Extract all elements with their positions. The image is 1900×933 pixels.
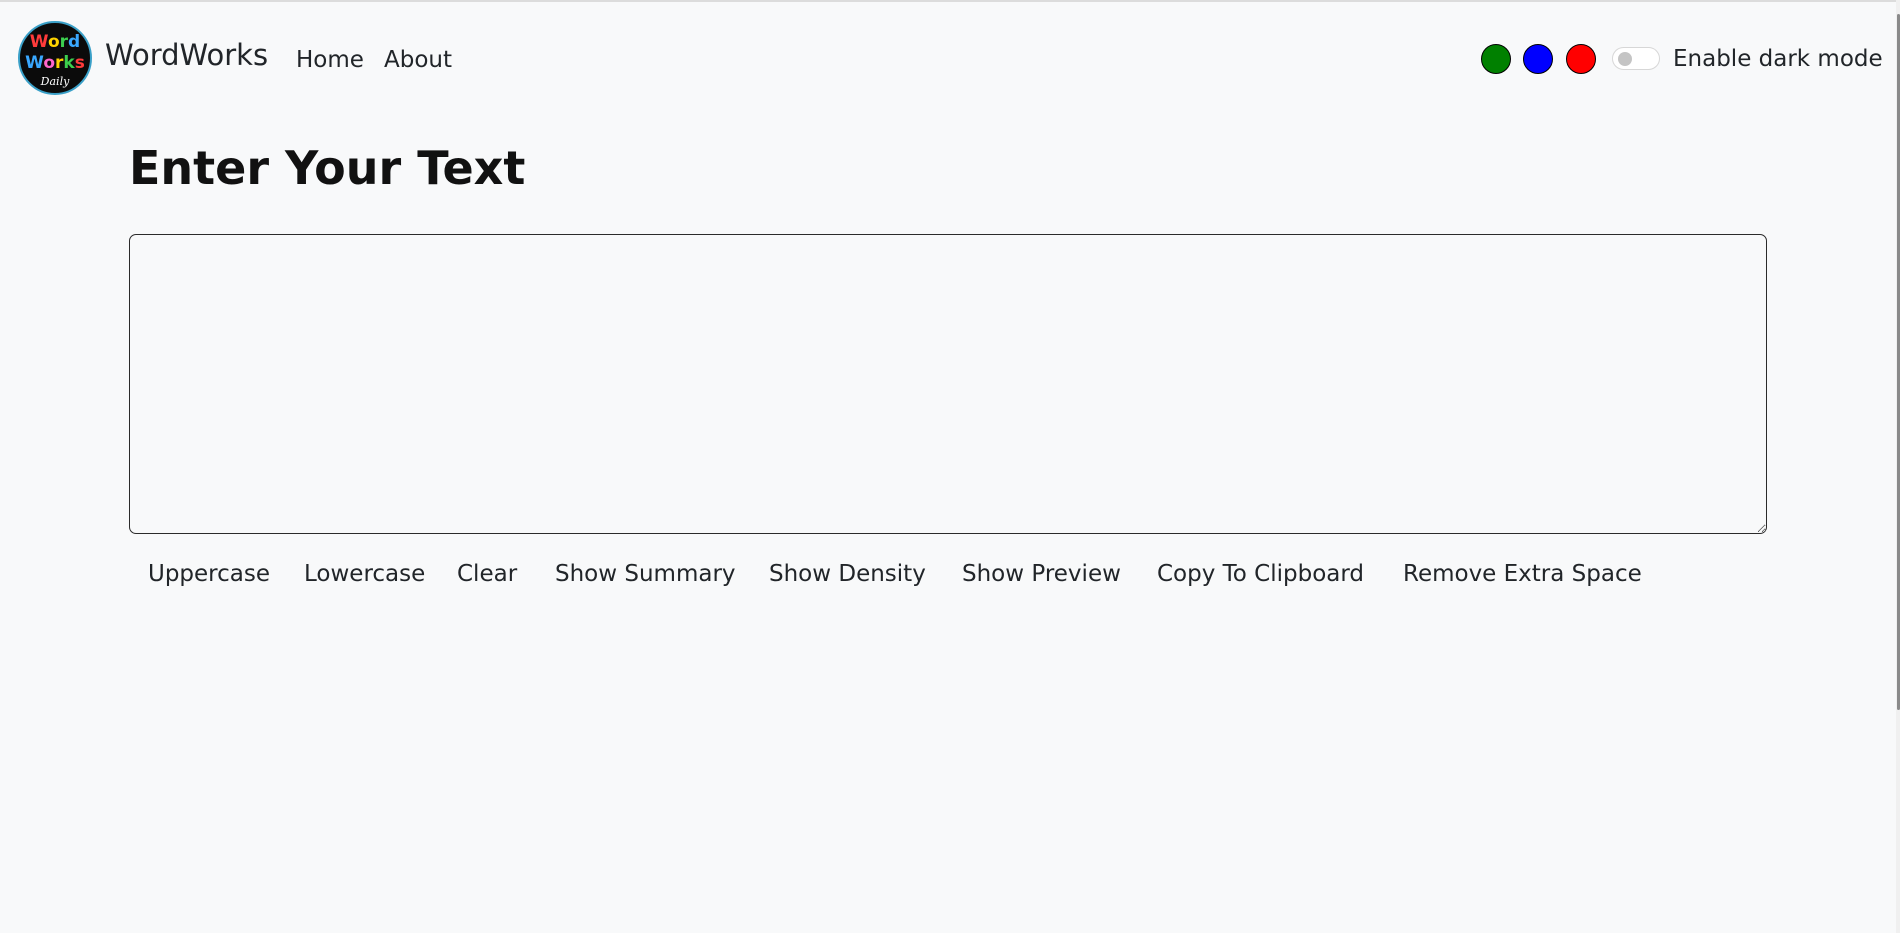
clear-button[interactable]: Clear [457,561,517,587]
nav-link-home[interactable]: Home [296,47,364,73]
dark-mode-label[interactable]: Enable dark mode [1673,46,1883,72]
lowercase-button[interactable]: Lowercase [304,561,425,587]
theme-red-swatch[interactable] [1566,44,1596,74]
show-preview-button[interactable]: Show Preview [962,561,1121,587]
nav-link-about[interactable]: About [384,47,452,73]
theme-green-swatch[interactable] [1481,44,1511,74]
toggle-knob [1618,52,1632,66]
uppercase-button[interactable]: Uppercase [148,561,270,587]
logo-word-line: Word [29,32,81,52]
logo-daily-line: Daily [40,75,70,88]
navbar: Word Works Daily WordWorks Home About En… [0,0,1900,118]
show-summary-button[interactable]: Show Summary [555,561,736,587]
theme-blue-swatch[interactable] [1523,44,1553,74]
show-density-button[interactable]: Show Density [769,561,926,587]
logo-works-line: Works [25,53,85,73]
dark-mode-toggle[interactable] [1612,47,1660,70]
copy-to-clipboard-button[interactable]: Copy To Clipboard [1157,561,1364,587]
text-input-area[interactable] [129,234,1767,534]
logo[interactable]: Word Works Daily [18,21,92,95]
brand-name[interactable]: WordWorks [105,38,268,72]
remove-extra-space-button[interactable]: Remove Extra Space [1403,561,1642,587]
vertical-scrollbar[interactable] [1896,0,1900,933]
page-title: Enter Your Text [129,141,526,195]
